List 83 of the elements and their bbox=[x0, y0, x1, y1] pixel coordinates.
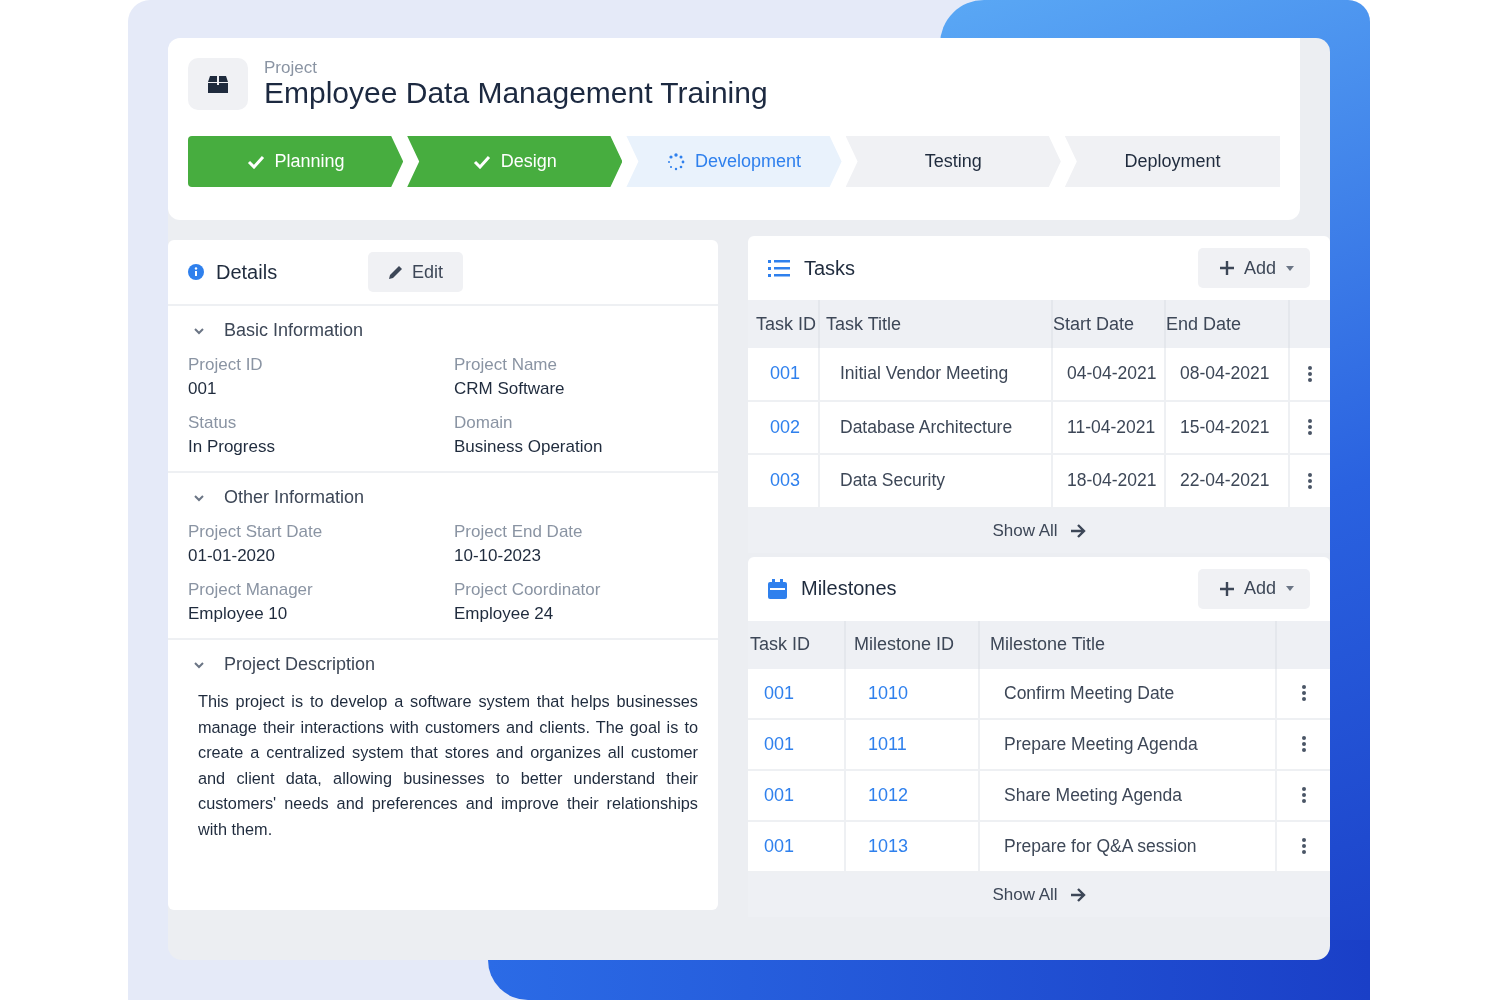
section-title: Project Description bbox=[224, 654, 376, 675]
field-value: CRM Software bbox=[454, 379, 566, 399]
table-cell: Share Meeting Agenda bbox=[980, 770, 1277, 822]
table-cell: 11-04-2021 bbox=[1053, 401, 1166, 455]
more-icon[interactable] bbox=[1301, 685, 1306, 701]
caret-icon bbox=[1286, 586, 1294, 591]
field-label: Project Start Date bbox=[188, 522, 324, 542]
show-all-link[interactable]: Show All bbox=[992, 510, 1086, 551]
table-cell: 15-04-2021 bbox=[1166, 401, 1290, 455]
pencil-icon bbox=[388, 264, 404, 280]
field-label: Project Coordinator bbox=[454, 580, 602, 600]
id-link[interactable]: 001 bbox=[748, 770, 846, 822]
column-header: Milestone ID bbox=[846, 620, 980, 669]
section-title: Other Information bbox=[224, 487, 365, 508]
stage-step[interactable]: Deployment bbox=[1064, 136, 1280, 187]
add-button[interactable]: Add bbox=[1197, 248, 1310, 288]
stage-step[interactable]: Development bbox=[626, 136, 842, 187]
field-label: Project Name bbox=[454, 355, 558, 375]
field-value: 001 bbox=[188, 379, 218, 399]
field-value: In Progress bbox=[188, 437, 276, 457]
field-value: 10-10-2023 bbox=[454, 546, 542, 566]
section-title: Basic Information bbox=[224, 320, 364, 341]
field-value: Business Operation bbox=[454, 437, 604, 457]
card-title: Tasks bbox=[804, 256, 857, 280]
more-icon[interactable] bbox=[1301, 787, 1306, 803]
more-icon[interactable] bbox=[1301, 838, 1306, 854]
list-icon bbox=[768, 259, 790, 277]
check-icon bbox=[472, 154, 491, 169]
details-title: Details bbox=[216, 260, 279, 284]
chevron-icon[interactable] bbox=[194, 326, 204, 335]
show-all-link[interactable]: Show All bbox=[992, 874, 1086, 915]
field-label: Status bbox=[188, 413, 238, 433]
id-link[interactable]: 001 bbox=[748, 348, 820, 402]
plus-icon bbox=[1219, 261, 1234, 275]
add-button[interactable]: Add bbox=[1197, 568, 1310, 609]
table-cell: 08-04-2021 bbox=[1166, 348, 1290, 402]
check-icon bbox=[246, 154, 265, 169]
id-link[interactable]: 001 bbox=[748, 719, 846, 771]
spinner-icon bbox=[666, 152, 685, 171]
calendar-icon bbox=[768, 578, 787, 599]
field-label: Project Manager bbox=[188, 580, 314, 600]
field-value: 01-01-2020 bbox=[188, 546, 276, 566]
card-title: Milestones bbox=[801, 577, 898, 600]
arrow-right-icon bbox=[1069, 523, 1086, 538]
box-icon bbox=[188, 58, 248, 110]
caret-icon bbox=[1286, 265, 1294, 271]
table-cell: Initial Vendor Meeting bbox=[820, 348, 1053, 402]
more-icon[interactable] bbox=[1301, 736, 1306, 752]
column-header: Start Date bbox=[1053, 300, 1166, 348]
stage-step[interactable]: Design bbox=[407, 136, 623, 187]
column-header: Task ID bbox=[748, 620, 846, 669]
chevron-icon[interactable] bbox=[194, 660, 204, 669]
field-value: Employee 24 bbox=[454, 604, 555, 624]
id-link[interactable]: 001 bbox=[748, 668, 846, 720]
field-label: Project End Date bbox=[454, 522, 584, 542]
project-title: Employee Data Management Training bbox=[264, 76, 768, 110]
table-cell: Prepare Meeting Agenda bbox=[980, 719, 1277, 771]
chevron-icon[interactable] bbox=[194, 493, 204, 502]
project-label: Project bbox=[264, 58, 318, 78]
column-header: Task Title bbox=[820, 300, 1053, 348]
field-label: Project ID bbox=[188, 355, 264, 375]
more-icon[interactable] bbox=[1308, 419, 1312, 436]
stage-step[interactable]: Testing bbox=[845, 136, 1061, 187]
more-icon[interactable] bbox=[1308, 365, 1312, 382]
table-cell: Database Architecture bbox=[820, 401, 1053, 455]
column-header: Milestone Title bbox=[980, 620, 1277, 669]
table-cell: 04-04-2021 bbox=[1053, 348, 1166, 402]
plus-icon bbox=[1219, 581, 1234, 596]
stage-step[interactable]: Planning bbox=[188, 136, 404, 187]
id-link[interactable]: 1012 bbox=[846, 770, 980, 822]
table-cell: Confirm Meeting Date bbox=[980, 668, 1277, 720]
id-link[interactable]: 1011 bbox=[846, 719, 980, 771]
info-icon bbox=[188, 264, 204, 280]
description-text: This project is to develop a software system that helps businesses manage their interactions with customers and clients. The goal is to create a centralized system that stores and organizes all customer and client data, allowing businesses to better understand their customers' needs and preferences and improve their relationships with them. bbox=[198, 691, 698, 840]
column-header: Task ID bbox=[748, 300, 820, 348]
id-link[interactable]: 1010 bbox=[846, 668, 980, 720]
field-label: Domain bbox=[454, 413, 514, 433]
more-icon[interactable] bbox=[1308, 472, 1312, 489]
edit-button[interactable]: Edit bbox=[368, 252, 464, 292]
field-value: Employee 10 bbox=[188, 604, 289, 624]
arrow-right-icon bbox=[1069, 887, 1086, 902]
id-link[interactable]: 002 bbox=[748, 401, 820, 455]
column-header: End Date bbox=[1166, 300, 1290, 348]
